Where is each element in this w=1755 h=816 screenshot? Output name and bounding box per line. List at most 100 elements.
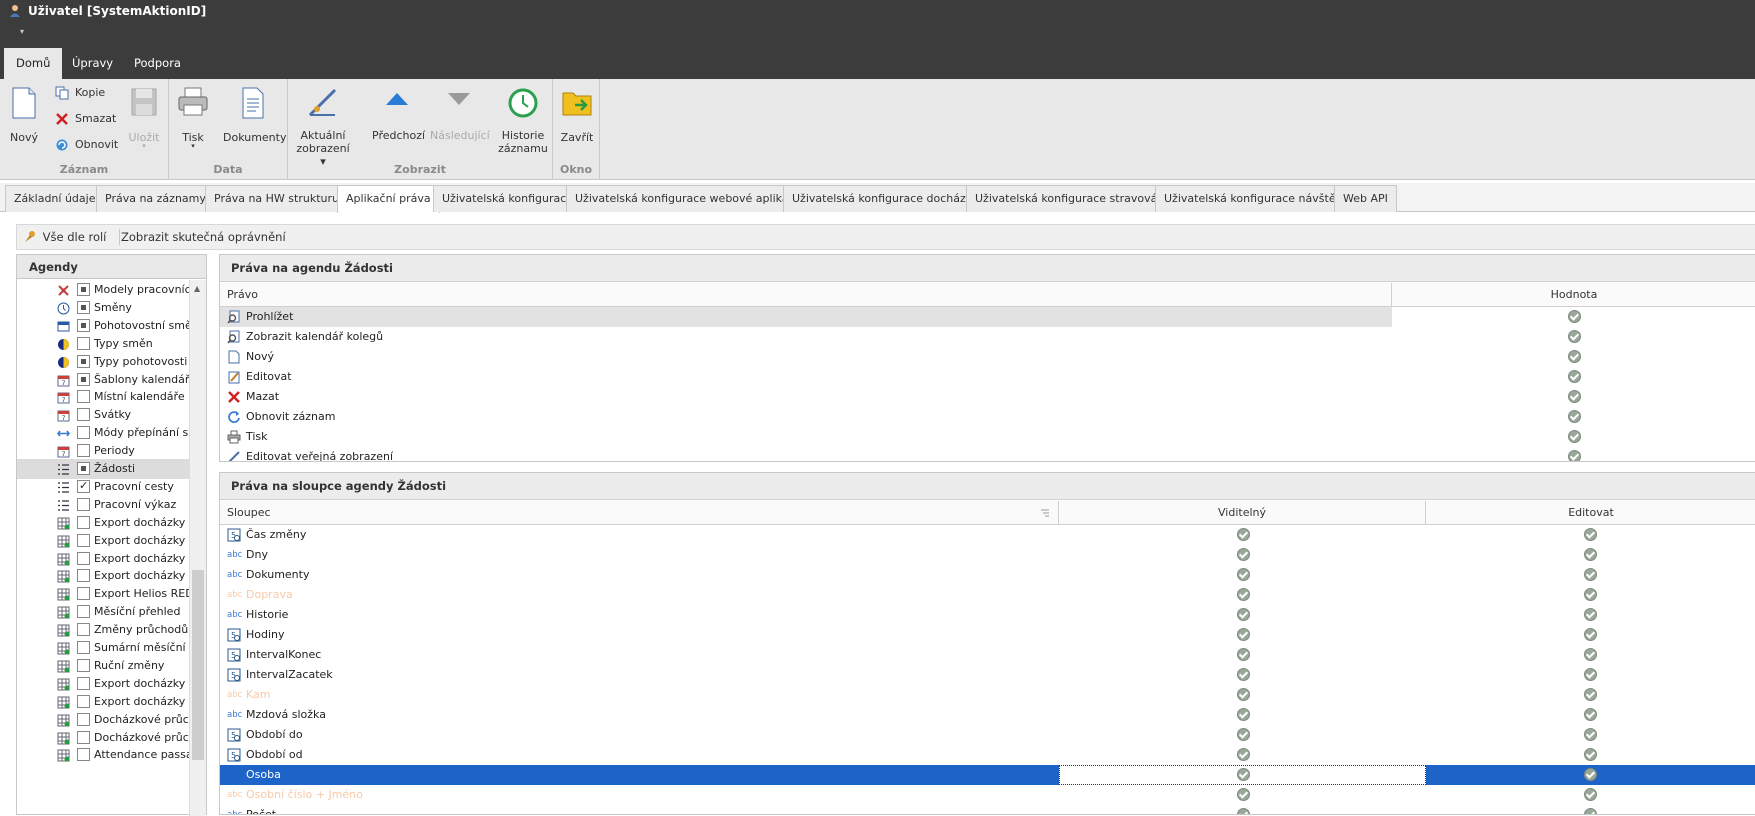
obnovit-button[interactable]: Obnovit (55, 135, 118, 155)
col-editovat[interactable]: Editovat (1426, 501, 1755, 525)
visible-check-icon[interactable] (1237, 688, 1250, 701)
check-icon[interactable] (1568, 430, 1581, 443)
visible-check-icon[interactable] (1237, 788, 1250, 801)
zavrit-button[interactable]: Zavřít (559, 87, 595, 144)
nasledujici-button[interactable]: Následující (430, 87, 490, 142)
tree-item-checkbox[interactable] (77, 623, 90, 637)
tree-item-checkbox[interactable] (77, 283, 90, 296)
tab-zakladni-udaje[interactable]: Základní údaje (5, 185, 105, 212)
right-row[interactable]: Editovat veřejná zobrazení (220, 447, 1755, 461)
visible-check-icon[interactable] (1237, 708, 1250, 721)
right-row[interactable]: Obnovit záznam (220, 407, 1755, 427)
predchozi-button[interactable]: Předchozí (372, 87, 425, 142)
tree-item-checkbox[interactable] (77, 462, 90, 475)
tree-item-checkbox[interactable] (77, 318, 90, 332)
right-row[interactable]: Zobrazit kalendář kolegů (220, 327, 1755, 347)
tab-uzivatelska-konfigurace[interactable]: Uživatelská konfigurace (433, 185, 583, 212)
tree-item-checkbox[interactable] (77, 390, 90, 404)
edit-check-icon[interactable] (1584, 608, 1597, 621)
col-hodnota[interactable]: Hodnota (1392, 283, 1755, 307)
ulozit-button[interactable]: Uložit ▾ (126, 87, 162, 150)
check-icon[interactable] (1568, 330, 1581, 343)
col-sloupec[interactable]: Sloupec (220, 501, 1059, 525)
tree-item-checkbox[interactable] (77, 658, 90, 672)
visible-check-icon[interactable] (1237, 648, 1250, 661)
edit-check-icon[interactable] (1584, 768, 1597, 781)
tree-item-checkbox[interactable] (77, 479, 90, 493)
vse-dle-roli-button[interactable]: Vše dle rolí (23, 225, 106, 249)
tree-item-checkbox[interactable] (77, 444, 90, 458)
column-row[interactable]: abc Doprava (220, 585, 1755, 605)
column-row[interactable]: abc Kam (220, 685, 1755, 705)
tab-konfigurace-dochazky[interactable]: Uživatelská konfigurace docházky (783, 185, 988, 212)
tree-item-checkbox[interactable] (77, 551, 90, 565)
visible-check-icon[interactable] (1237, 768, 1250, 781)
visible-check-icon[interactable] (1237, 528, 1250, 541)
visible-check-icon[interactable] (1237, 668, 1250, 681)
edit-check-icon[interactable] (1584, 808, 1597, 814)
tree-item-checkbox[interactable] (77, 372, 90, 386)
edit-check-icon[interactable] (1584, 548, 1597, 561)
tab-konfigurace-stravovani[interactable]: Uživatelská konfigurace stravování (966, 185, 1177, 212)
column-row[interactable]: 5 Období do (220, 725, 1755, 745)
column-row[interactable]: abc Dny (220, 545, 1755, 565)
edit-check-icon[interactable] (1584, 708, 1597, 721)
right-row[interactable]: Prohlížet (220, 307, 1755, 327)
tree-item-checkbox[interactable] (77, 354, 90, 368)
check-icon[interactable] (1568, 310, 1581, 323)
filter-icon[interactable] (1040, 508, 1050, 518)
visible-check-icon[interactable] (1237, 748, 1250, 761)
column-row[interactable]: 5 IntervalKonec (220, 645, 1755, 665)
tab-aplikacni-prava[interactable]: Aplikační práva (337, 185, 440, 213)
visible-check-icon[interactable] (1237, 568, 1250, 581)
column-row[interactable]: abc Mzdová složka (220, 705, 1755, 725)
scroll-up-icon[interactable]: ▲ (194, 284, 200, 293)
zobrazit-skutecna-opravneni-button[interactable]: Zobrazit skutečná oprávnění (121, 225, 286, 249)
edit-check-icon[interactable] (1584, 648, 1597, 661)
edit-check-icon[interactable] (1584, 728, 1597, 741)
smazat-button[interactable]: Smazat (55, 109, 116, 129)
visible-check-icon[interactable] (1237, 728, 1250, 741)
right-row[interactable]: Editovat (220, 367, 1755, 387)
visible-check-icon[interactable] (1237, 628, 1250, 641)
tree-item-checkbox[interactable] (77, 426, 90, 440)
tree-item-checkbox[interactable] (77, 336, 90, 350)
tree-item-checkbox[interactable] (77, 712, 90, 726)
edit-check-icon[interactable] (1584, 688, 1597, 701)
novy-button[interactable]: Nový (6, 87, 42, 144)
tree-item[interactable]: Attendance passac (17, 745, 190, 765)
col-pravo[interactable]: Právo (220, 283, 1392, 307)
scroll-thumb[interactable] (192, 570, 204, 760)
column-row[interactable]: abc Historie (220, 605, 1755, 625)
check-icon[interactable] (1568, 350, 1581, 363)
edit-check-icon[interactable] (1584, 528, 1597, 541)
tree-item-checkbox[interactable] (77, 497, 90, 511)
edit-check-icon[interactable] (1584, 588, 1597, 601)
tree-item-checkbox[interactable] (77, 730, 90, 744)
check-icon[interactable] (1568, 370, 1581, 383)
tree-item-checkbox[interactable] (77, 748, 90, 762)
tab-web-api[interactable]: Web API (1334, 185, 1397, 212)
edit-check-icon[interactable] (1584, 568, 1597, 581)
aktualni-zobrazeni-button[interactable]: Aktuální zobrazení ▾ (294, 87, 352, 168)
tree-item-checkbox[interactable] (77, 569, 90, 583)
tree-item-checkbox[interactable] (77, 587, 90, 601)
tree-item-checkbox[interactable] (77, 694, 90, 708)
tree-item-checkbox[interactable] (77, 515, 90, 529)
tab-upravy[interactable]: Úpravy (60, 48, 125, 79)
visible-check-icon[interactable] (1237, 808, 1250, 814)
kopie-button[interactable]: Kopie (55, 83, 105, 103)
column-row[interactable]: abc Osoba (220, 765, 1755, 785)
column-row[interactable]: 5 Hodiny (220, 625, 1755, 645)
tab-konfigurace-navstev[interactable]: Uživatelská konfigurace návštěv (1155, 185, 1352, 212)
column-row[interactable]: abc Osobní číslo + Jméno (220, 785, 1755, 805)
right-row[interactable]: Nový (220, 347, 1755, 367)
column-row[interactable]: 5 IntervalZacatek (220, 665, 1755, 685)
edit-check-icon[interactable] (1584, 788, 1597, 801)
edit-check-icon[interactable] (1584, 668, 1597, 681)
tab-domu[interactable]: Domů (4, 48, 63, 79)
visible-check-icon[interactable] (1237, 548, 1250, 561)
column-row[interactable]: 5 Období od (220, 745, 1755, 765)
tab-podpora[interactable]: Podpora (122, 48, 193, 79)
historie-zaznamu-button[interactable]: Historie záznamu (498, 87, 548, 155)
